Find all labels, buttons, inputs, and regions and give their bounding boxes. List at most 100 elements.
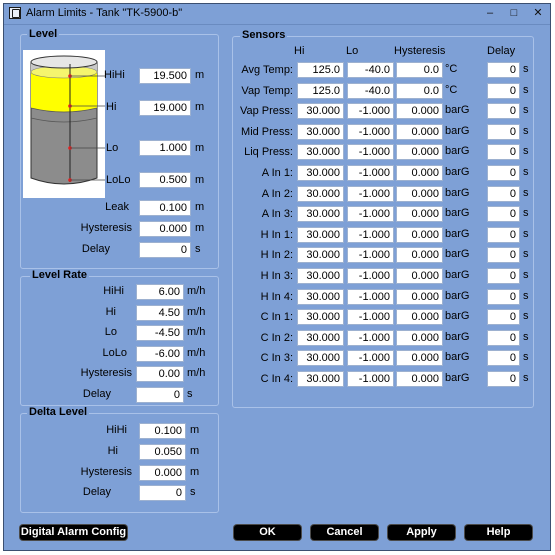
delta-hihi-field[interactable]: 0.100	[139, 423, 186, 439]
sensor-lo-field[interactable]: -1.000	[347, 350, 394, 366]
sensor-lo-field[interactable]: -40.0	[347, 62, 394, 78]
level-hihi-field[interactable]: 19.500	[139, 68, 191, 84]
sensor-hysteresis-field[interactable]: 0.000	[396, 330, 443, 346]
level-hi-field[interactable]: 19.000	[139, 100, 191, 116]
sensor-delay-field[interactable]: 0	[487, 289, 520, 305]
help-button[interactable]: Help	[465, 525, 532, 540]
sensor-hi-field[interactable]: 30.000	[297, 165, 344, 181]
sensor-hysteresis-field[interactable]: 0.000	[396, 268, 443, 284]
delta-delay-field[interactable]: 0	[139, 485, 186, 501]
sensor-hysteresis-field[interactable]: 0.000	[396, 103, 443, 119]
rate-lo-field[interactable]: -4.50	[136, 325, 184, 341]
sensor-row-label: A In 3:	[261, 208, 293, 220]
sensor-hysteresis-field[interactable]: 0.000	[396, 144, 443, 160]
sensor-unit: barG	[445, 125, 470, 137]
sensor-hysteresis-field[interactable]: 0.000	[396, 371, 443, 387]
close-button[interactable]: ✕	[530, 6, 546, 20]
sensor-lo-field[interactable]: -1.000	[347, 247, 394, 263]
rate-lolo-field[interactable]: -6.00	[136, 346, 184, 362]
cancel-button[interactable]: Cancel	[311, 525, 378, 540]
sensor-hysteresis-field[interactable]: 0.000	[396, 289, 443, 305]
sensor-hysteresis-field[interactable]: 0.0	[396, 83, 443, 99]
sensor-delay-field[interactable]: 0	[487, 103, 520, 119]
apply-button[interactable]: Apply	[388, 525, 455, 540]
sensor-delay-field[interactable]: 0	[487, 62, 520, 78]
sensor-hi-field[interactable]: 125.0	[297, 62, 344, 78]
sensor-lo-field[interactable]: -1.000	[347, 268, 394, 284]
sensor-hi-field[interactable]: 30.000	[297, 124, 344, 140]
rate-delay-field[interactable]: 0	[136, 387, 184, 403]
level-hihi-label: HiHi	[104, 69, 125, 81]
app-icon	[9, 7, 21, 19]
sensor-lo-field[interactable]: -1.000	[347, 206, 394, 222]
sensor-lo-field[interactable]: -1.000	[347, 103, 394, 119]
sensor-hi-field[interactable]: 30.000	[297, 371, 344, 387]
delta-hi-field[interactable]: 0.050	[139, 444, 186, 460]
window-title: Alarm Limits - Tank "TK-5900-b"	[26, 7, 183, 19]
sensor-hi-field[interactable]: 30.000	[297, 186, 344, 202]
sensor-delay-field[interactable]: 0	[487, 144, 520, 160]
sensor-delay-field[interactable]: 0	[487, 227, 520, 243]
rate-lolo-unit: m/h	[187, 347, 206, 359]
sensor-lo-field[interactable]: -1.000	[347, 371, 394, 387]
level-hysteresis-field[interactable]: 0.000	[139, 221, 191, 237]
sensor-lo-field[interactable]: -1.000	[347, 330, 394, 346]
maximize-button[interactable]: □	[506, 6, 522, 20]
sensor-delay-field[interactable]: 0	[487, 186, 520, 202]
sensor-hi-field[interactable]: 30.000	[297, 144, 344, 160]
sensor-hi-field[interactable]: 125.0	[297, 83, 344, 99]
sensor-hysteresis-field[interactable]: 0.000	[396, 350, 443, 366]
sensor-hi-field[interactable]: 30.000	[297, 247, 344, 263]
sensor-delay-field[interactable]: 0	[487, 124, 520, 140]
sensor-lo-field[interactable]: -40.0	[347, 83, 394, 99]
sensor-hi-field[interactable]: 30.000	[297, 103, 344, 119]
sensor-hysteresis-field[interactable]: 0.000	[396, 124, 443, 140]
sensor-hysteresis-field[interactable]: 0.000	[396, 309, 443, 325]
level-lo-field[interactable]: 1.000	[139, 140, 191, 156]
sensor-hysteresis-field[interactable]: 0.000	[396, 206, 443, 222]
sensor-delay-field[interactable]: 0	[487, 371, 520, 387]
sensor-row-label: H In 2:	[260, 249, 293, 261]
delta-hysteresis-field[interactable]: 0.000	[139, 465, 186, 481]
sensor-delay-field[interactable]: 0	[487, 247, 520, 263]
sensor-hi-field[interactable]: 30.000	[297, 330, 344, 346]
sensor-delay-field[interactable]: 0	[487, 83, 520, 99]
sensor-delay-field[interactable]: 0	[487, 350, 520, 366]
sensor-hi-field[interactable]: 30.000	[297, 289, 344, 305]
sensor-delay-field[interactable]: 0	[487, 165, 520, 181]
sensor-hi-field[interactable]: 30.000	[297, 350, 344, 366]
sensor-lo-field[interactable]: -1.000	[347, 227, 394, 243]
sensor-delay-field[interactable]: 0	[487, 330, 520, 346]
sensor-lo-field[interactable]: -1.000	[347, 309, 394, 325]
level-lo-label: Lo	[106, 142, 119, 154]
sensor-lo-field[interactable]: -1.000	[347, 124, 394, 140]
rate-hi-field[interactable]: 4.50	[136, 305, 184, 321]
level-lolo-field[interactable]: 0.500	[139, 172, 191, 188]
sensor-hi-field[interactable]: 30.000	[297, 206, 344, 222]
sensor-lo-field[interactable]: -1.000	[347, 186, 394, 202]
rate-hihi-field[interactable]: 6.00	[136, 284, 184, 300]
level-lo-unit: m	[195, 142, 205, 154]
level-delay-field[interactable]: 0	[139, 242, 191, 258]
delta-delay-unit: s	[190, 486, 196, 498]
sensor-delay-field[interactable]: 0	[487, 206, 520, 222]
rate-hysteresis-field[interactable]: 0.00	[136, 366, 184, 382]
sensor-lo-field[interactable]: -1.000	[347, 165, 394, 181]
sensor-hi-field[interactable]: 30.000	[297, 268, 344, 284]
sensor-delay-field[interactable]: 0	[487, 268, 520, 284]
sensor-delay-unit: s	[523, 125, 529, 137]
sensor-hysteresis-field[interactable]: 0.0	[396, 62, 443, 78]
sensor-hysteresis-field[interactable]: 0.000	[396, 247, 443, 263]
sensor-lo-field[interactable]: -1.000	[347, 289, 394, 305]
minimize-button[interactable]: –	[482, 6, 498, 20]
digital-alarm-config-button[interactable]: Digital Alarm Config	[20, 525, 127, 540]
sensor-hysteresis-field[interactable]: 0.000	[396, 186, 443, 202]
sensor-lo-field[interactable]: -1.000	[347, 144, 394, 160]
sensor-hysteresis-field[interactable]: 0.000	[396, 227, 443, 243]
sensor-hi-field[interactable]: 30.000	[297, 309, 344, 325]
level-leak-field[interactable]: 0.100	[139, 200, 191, 216]
sensor-hysteresis-field[interactable]: 0.000	[396, 165, 443, 181]
sensor-hi-field[interactable]: 30.000	[297, 227, 344, 243]
sensor-delay-field[interactable]: 0	[487, 309, 520, 325]
ok-button[interactable]: OK	[234, 525, 301, 540]
